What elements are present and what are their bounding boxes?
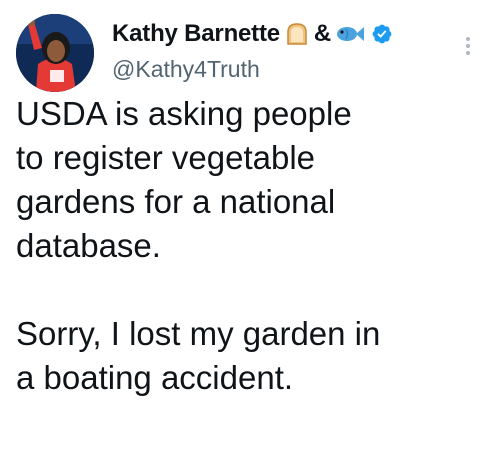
tweet-text: USDA is asking people to register vegeta…: [16, 92, 486, 400]
verified-badge-icon: [371, 23, 393, 45]
tweet-header: Kathy Barnette & @Kathy4Truth: [112, 14, 460, 83]
tweet-line: USDA is asking people: [16, 95, 352, 132]
tweet-line: gardens for a national: [16, 183, 336, 220]
name-ampersand: &: [313, 20, 332, 47]
author-handle[interactable]: @Kathy4Truth: [112, 56, 460, 83]
author-name[interactable]: Kathy Barnette: [112, 20, 280, 48]
tweet-line: a boating accident.: [16, 359, 294, 396]
fish-emoji: [335, 23, 365, 45]
tweet-paragraph-1: USDA is asking people to register vegeta…: [16, 92, 486, 268]
tweet-paragraph-2: Sorry, I lost my garden in a boating acc…: [16, 312, 486, 400]
author-name-row[interactable]: Kathy Barnette &: [112, 14, 460, 54]
bread-emoji: [284, 22, 310, 46]
tweet-line: to register vegetable: [16, 139, 316, 176]
tweet-line: database.: [16, 227, 161, 264]
profile-avatar[interactable]: [16, 14, 94, 92]
more-options-icon[interactable]: [454, 32, 482, 60]
tweet-line: Sorry, I lost my garden in: [16, 315, 381, 352]
tweet-card: Kathy Barnette & @Kathy4Truth USDA is as…: [0, 0, 500, 461]
